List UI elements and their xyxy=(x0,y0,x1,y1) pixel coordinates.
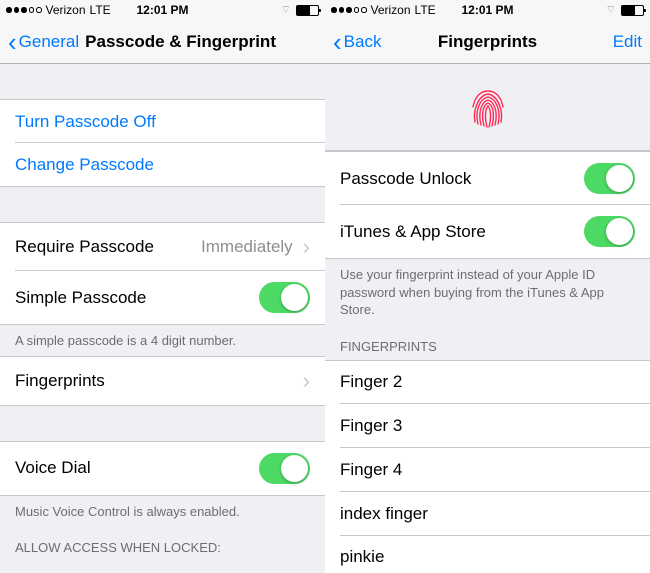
fingerprint-row[interactable]: Finger 4 xyxy=(325,448,650,492)
cell-label: Turn Passcode Off xyxy=(15,112,156,132)
chevron-left-icon: ‹ xyxy=(8,29,17,55)
cell-label: Voice Dial xyxy=(15,458,91,478)
cell-label: Simple Passcode xyxy=(15,288,146,308)
content: Passcode Unlock iTunes & App Store Use y… xyxy=(325,64,650,573)
use-fingerprint-group: Passcode Unlock iTunes & App Store xyxy=(325,151,650,259)
status-bar: Verizon LTE 12:01 PM ⌔ xyxy=(0,0,325,20)
cell-label: Fingerprints xyxy=(15,371,105,391)
passcode-unlock-row: Passcode Unlock xyxy=(325,151,650,205)
right-screen: Verizon LTE 12:01 PM ⌔ ‹ Back Fingerprin… xyxy=(325,0,650,573)
voice-dial-row: Voice Dial xyxy=(0,441,325,496)
content: Turn Passcode Off Change Passcode Requir… xyxy=(0,64,325,573)
cell-label: Finger 3 xyxy=(340,416,402,436)
chevron-right-icon: › xyxy=(303,234,310,260)
fingerprints-header: Fingerprints xyxy=(325,325,650,360)
status-bar: Verizon LTE 12:01 PM ⌔ xyxy=(325,0,650,20)
fingerprints-group: Fingerprints › xyxy=(0,356,325,406)
cell-label: Finger 4 xyxy=(340,460,402,480)
status-time: 12:01 PM xyxy=(136,3,188,17)
cell-value: Immediately xyxy=(201,237,293,257)
network-type: LTE xyxy=(415,3,436,17)
passcode-actions-group: Turn Passcode Off Change Passcode xyxy=(0,99,325,187)
passcode-settings-group: Require Passcode Immediately › Simple Pa… xyxy=(0,222,325,325)
back-button[interactable]: ‹ General xyxy=(8,29,79,55)
fingerprint-hero xyxy=(325,64,650,151)
fingerprint-row[interactable]: index finger xyxy=(325,492,650,536)
cell-label: pinkie xyxy=(340,547,384,567)
carrier-label: Verizon xyxy=(371,3,411,17)
chevron-left-icon: ‹ xyxy=(333,29,342,55)
simple-passcode-footer: A simple passcode is a 4 digit number. xyxy=(0,325,325,356)
chevron-right-icon: › xyxy=(303,368,310,394)
page-title: Fingerprints xyxy=(438,32,537,52)
back-button[interactable]: ‹ Back xyxy=(333,29,381,55)
signal-strength-icon xyxy=(6,7,42,13)
itunes-app-store-row: iTunes & App Store xyxy=(325,205,650,259)
fingerprints-list: Finger 2 Finger 3 Finger 4 index finger … xyxy=(325,360,650,573)
voice-dial-footer: Music Voice Control is always enabled. xyxy=(0,496,325,527)
cell-label: index finger xyxy=(340,504,428,524)
nav-bar: ‹ Back Fingerprints Edit xyxy=(325,20,650,64)
cell-label: Finger 2 xyxy=(340,372,402,392)
fingerprints-row[interactable]: Fingerprints › xyxy=(0,356,325,406)
turn-passcode-off-button[interactable]: Turn Passcode Off xyxy=(0,99,325,143)
simple-passcode-toggle[interactable] xyxy=(259,282,310,313)
page-title: Passcode & Fingerprint xyxy=(85,32,276,52)
cell-label: iTunes & App Store xyxy=(340,222,486,242)
voice-dial-group: Voice Dial xyxy=(0,441,325,496)
carrier-label: Verizon xyxy=(46,3,86,17)
bluetooth-icon: ⌔ xyxy=(281,3,291,17)
cell-label: Change Passcode xyxy=(15,155,154,175)
simple-passcode-row: Simple Passcode xyxy=(0,271,325,325)
passcode-unlock-toggle[interactable] xyxy=(584,163,635,194)
battery-icon xyxy=(296,5,319,16)
fingerprint-row[interactable]: pinkie xyxy=(325,536,650,573)
bluetooth-icon: ⌔ xyxy=(606,3,616,17)
fingerprint-icon xyxy=(463,82,513,132)
cell-label: Passcode Unlock xyxy=(340,169,471,189)
network-type: LTE xyxy=(90,3,111,17)
edit-button[interactable]: Edit xyxy=(613,32,642,52)
itunes-toggle[interactable] xyxy=(584,216,635,247)
voice-dial-toggle[interactable] xyxy=(259,453,310,484)
status-time: 12:01 PM xyxy=(461,3,513,17)
nav-bar: ‹ General Passcode & Fingerprint xyxy=(0,20,325,64)
fingerprint-row[interactable]: Finger 2 xyxy=(325,360,650,404)
allow-access-header: Allow Access When Locked: xyxy=(0,526,325,561)
cell-label: Require Passcode xyxy=(15,237,154,257)
signal-strength-icon xyxy=(331,7,367,13)
back-label: General xyxy=(19,32,79,52)
left-screen: Verizon LTE 12:01 PM ⌔ ‹ General Passcod… xyxy=(0,0,325,573)
itunes-footer: Use your fingerprint instead of your App… xyxy=(325,259,650,325)
change-passcode-button[interactable]: Change Passcode xyxy=(0,143,325,187)
fingerprint-row[interactable]: Finger 3 xyxy=(325,404,650,448)
require-passcode-row[interactable]: Require Passcode Immediately › xyxy=(0,222,325,271)
battery-icon xyxy=(621,5,644,16)
back-label: Back xyxy=(344,32,382,52)
